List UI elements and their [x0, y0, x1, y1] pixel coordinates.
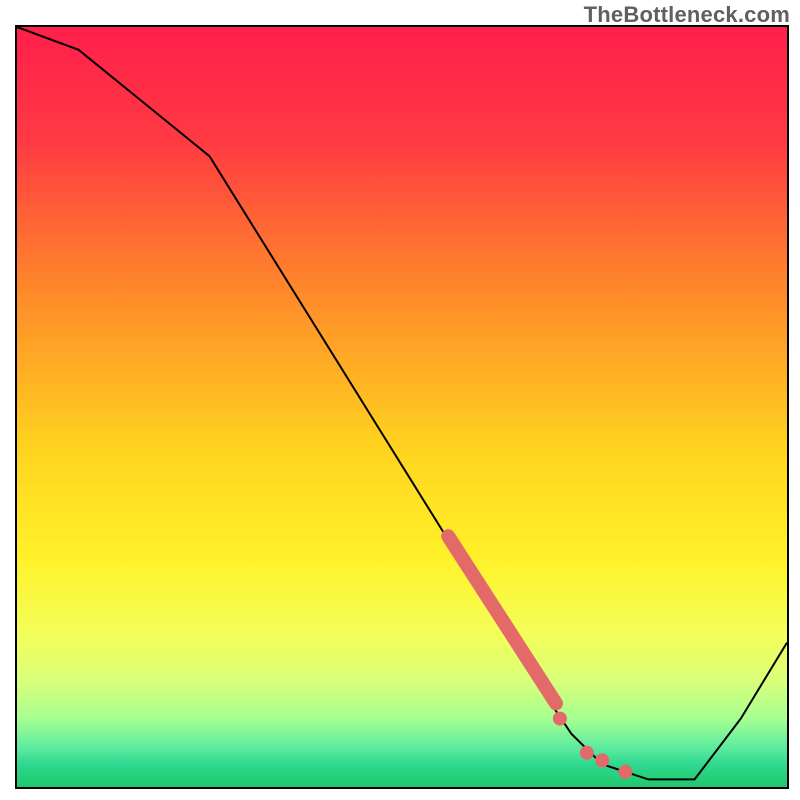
highlight-dots-group	[553, 712, 632, 779]
highlight-dot	[553, 712, 567, 726]
watermark-text: TheBottleneck.com	[584, 2, 790, 28]
plot-frame	[15, 25, 789, 789]
chart-container: TheBottleneck.com	[0, 0, 800, 800]
curve-overlay	[17, 27, 787, 787]
main-curve	[17, 27, 787, 779]
highlight-dot	[595, 753, 609, 767]
highlight-segment	[448, 536, 556, 703]
highlight-dot	[618, 765, 632, 779]
highlight-dot	[580, 746, 594, 760]
